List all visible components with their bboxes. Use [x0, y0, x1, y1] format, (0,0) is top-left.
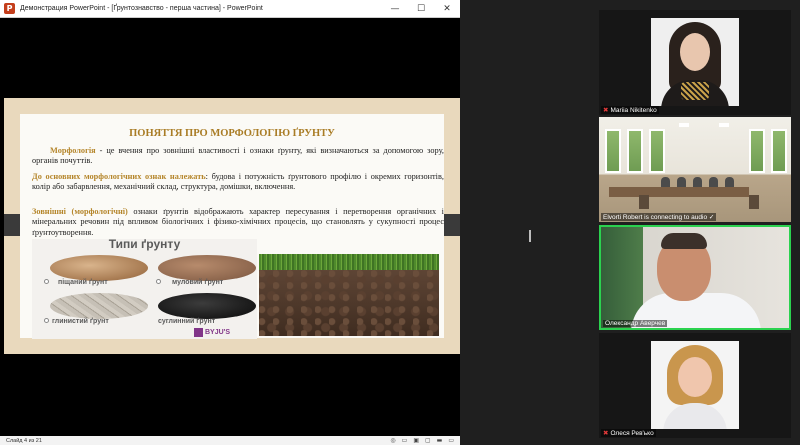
mic-muted-icon: ✖: [603, 429, 609, 437]
slide-stage[interactable]: ПОНЯТТЯ ПРО МОРФОЛОГІЮ ҐРУНТУ Морфологія…: [4, 98, 460, 354]
reading-view-icon[interactable]: ▢: [425, 437, 431, 444]
soil-layer: [259, 270, 439, 336]
byjus-logo-text: BYJU'S: [205, 328, 231, 336]
paragraph-external-features: Зовнішні (морфологічні) ознаки ґрунтів в…: [32, 207, 444, 238]
normal-view-icon[interactable]: ▭: [402, 437, 408, 444]
participant-name: ✖ Олеся Рев'ько: [601, 429, 656, 437]
loam-soil-sample: [158, 255, 256, 281]
mic-muted-icon: ✖: [603, 106, 609, 114]
participant-video: [651, 341, 739, 429]
term-external-features: Зовнішні (морфологічні): [32, 207, 128, 216]
slideshow-icon[interactable]: ▬: [437, 437, 443, 444]
maximize-button[interactable]: ☐: [408, 0, 434, 18]
byjus-logo: BYJU'S: [194, 327, 230, 337]
powerpoint-logo-icon: P: [4, 3, 15, 14]
bullet-icon: [156, 279, 161, 284]
soil-types-title: Типи ґрунту: [108, 239, 181, 251]
slide-sorter-icon[interactable]: ▣: [413, 437, 419, 444]
participant-video: [599, 117, 791, 222]
participant-video: [601, 227, 789, 328]
loam-soil-label: муловий ґрунт: [172, 279, 224, 286]
soil-profile-photo: [259, 254, 439, 336]
slide-counter: Слайд 4 из 21: [6, 437, 42, 444]
paragraph-morphology: Морфологія - це вчення про зовнішні влас…: [32, 146, 444, 167]
accessibility-icon[interactable]: ◎: [390, 437, 395, 444]
participant-name: Elvorti Robert is connecting to audio ✓: [601, 213, 717, 221]
window-titlebar[interactable]: P Демонстрация PowerPoint - [Ґрунтознавс…: [0, 0, 460, 18]
sand-soil-sample: [50, 255, 148, 281]
status-bar: Слайд 4 из 21 ◎ ▭ ▣ ▢ ▬ ▭: [0, 436, 460, 445]
slide-heading: ПОНЯТТЯ ПРО МОРФОЛОГІЮ ҐРУНТУ: [129, 128, 335, 139]
sand-soil-label: піщаний ґрунт: [58, 279, 108, 286]
close-button[interactable]: ✕: [434, 0, 460, 18]
window-controls: — ☐ ✕: [382, 0, 460, 18]
view-controls: ◎ ▭ ▣ ▢ ▬ ▭: [390, 437, 454, 444]
participant-tile-active-speaker[interactable]: Олександр Аверчев: [599, 225, 791, 330]
fit-slide-icon[interactable]: ▭: [448, 437, 454, 444]
participant-name: ✖ Mariia Nikitenko: [601, 106, 659, 114]
window-title: Демонстрация PowerPoint - [Ґрунтознавств…: [20, 5, 263, 12]
bullet-icon: [44, 279, 49, 284]
bullet-icon: [44, 318, 49, 323]
paragraph-main-features: До основних морфологічних ознак належать…: [32, 172, 444, 193]
soil-types-image: Типи ґрунту піщаний ґрунт муловий ґрунт …: [32, 239, 257, 339]
black-soil-label: суглинний ґрунт: [158, 318, 216, 325]
clay-soil-label: глинистий ґрунт: [52, 318, 109, 325]
term-morphology: Морфологія: [50, 146, 96, 155]
clay-soil-sample: [50, 293, 148, 319]
participant-tile[interactable]: ✖ Олеся Рев'ько: [599, 333, 791, 438]
participant-video: [651, 18, 739, 106]
participant-tile[interactable]: ✖ Mariia Nikitenko: [599, 10, 791, 115]
panel-resize-handle[interactable]: [529, 230, 531, 242]
term-main-features: До основних морфологічних ознак належать: [32, 172, 206, 181]
black-soil-sample: [158, 293, 256, 319]
participant-name: Олександр Аверчев: [603, 320, 668, 327]
participant-tile[interactable]: Elvorti Robert is connecting to audio ✓: [599, 117, 791, 222]
byjus-mark-icon: [194, 327, 203, 337]
minimize-button[interactable]: —: [382, 0, 408, 18]
slide-content: ПОНЯТТЯ ПРО МОРФОЛОГІЮ ҐРУНТУ Морфологія…: [20, 114, 444, 339]
powerpoint-window: P Демонстрация PowerPoint - [Ґрунтознавс…: [0, 0, 460, 445]
